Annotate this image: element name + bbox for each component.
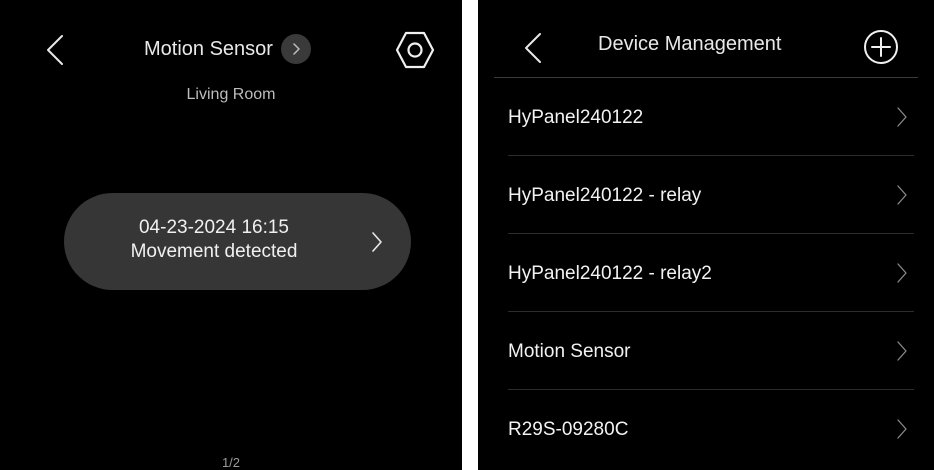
device-list-item[interactable]: HyPanel240122 - relay	[478, 156, 934, 234]
room-label: Living Room	[186, 86, 276, 103]
device-list: HyPanel240122 HyPanel240122 - relay HyPa…	[478, 78, 934, 468]
page-title: Device Management	[598, 33, 782, 55]
back-button[interactable]	[36, 30, 76, 70]
page-indicator: 1/2	[221, 455, 241, 470]
chevron-right-icon	[897, 185, 907, 205]
device-list-item[interactable]: HyPanel240122	[478, 78, 934, 156]
device-name: R29S-09280C	[508, 419, 629, 440]
device-management-screen: Device Management HyPanel240122 HyPanel2…	[478, 0, 934, 470]
device-name: HyPanel240122 - relay	[508, 185, 702, 206]
settings-button[interactable]	[393, 28, 437, 72]
device-name: Motion Sensor	[508, 341, 631, 362]
device-name: HyPanel240122	[508, 107, 644, 128]
last-event-card[interactable]: 04-23-2024 16:15 Movement detected	[64, 193, 411, 290]
page-title: Motion Sensor	[144, 37, 273, 60]
hexagon-settings-icon	[395, 31, 435, 69]
device-list-item[interactable]: HyPanel240122 - relay2	[478, 234, 934, 312]
chevron-right-icon	[897, 263, 907, 283]
plus-circle-icon	[864, 30, 898, 64]
chevron-right-icon	[372, 232, 382, 252]
sensor-info-button[interactable]	[280, 34, 311, 64]
chevron-right-icon	[897, 107, 907, 127]
device-list-item[interactable]: Motion Sensor	[478, 312, 934, 390]
chevron-left-icon	[525, 33, 541, 63]
chevron-right-icon	[897, 341, 907, 361]
motion-sensor-screen: Motion Sensor Living Room 04-23-2024 16:…	[0, 0, 462, 470]
sensor-title-group: Motion Sensor	[144, 30, 311, 68]
chevron-left-icon	[47, 35, 63, 65]
event-timestamp: 04-23-2024 16:15	[138, 217, 289, 238]
add-device-button[interactable]	[862, 28, 900, 66]
device-name: HyPanel240122 - relay2	[508, 263, 712, 284]
chevron-right-icon	[897, 419, 907, 439]
back-button[interactable]	[514, 28, 554, 68]
device-list-item[interactable]: R29S-09280C	[478, 390, 934, 468]
event-description: Movement detected	[130, 241, 298, 262]
chevron-right-icon	[293, 43, 300, 55]
